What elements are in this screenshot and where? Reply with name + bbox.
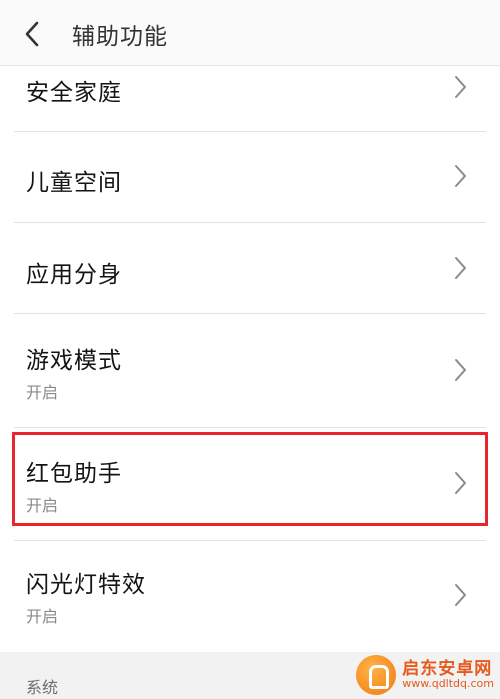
settings-item-red-packet-assistant[interactable]: 红包助手 开启	[0, 428, 500, 540]
settings-item-flash-effect[interactable]: 闪光灯特效 开启	[0, 541, 500, 652]
page-title: 辅助功能	[72, 24, 168, 50]
item-title: 闪光灯特效	[26, 572, 146, 598]
chevron-right-icon	[455, 472, 466, 494]
settings-item-kids-space[interactable]: 儿童空间	[0, 132, 500, 222]
chevron-right-icon	[455, 584, 466, 606]
watermark-name: 启东安卓网	[402, 658, 493, 679]
settings-item-game-mode[interactable]: 游戏模式 开启	[0, 314, 500, 428]
chevron-right-icon	[455, 257, 466, 279]
chevron-left-icon	[25, 21, 39, 47]
item-status: 开启	[26, 607, 59, 626]
chevron-right-icon	[455, 76, 466, 98]
settings-item-safe-family[interactable]: 安全家庭	[0, 66, 500, 132]
item-title: 红包助手	[26, 461, 122, 487]
item-status: 开启	[26, 496, 59, 515]
section-label: 系统	[26, 678, 59, 697]
settings-item-app-clone[interactable]: 应用分身	[0, 223, 500, 313]
item-title: 儿童空间	[26, 170, 122, 196]
item-title: 应用分身	[26, 262, 122, 288]
item-title: 游戏模式	[26, 348, 122, 374]
header-bar: 辅助功能	[0, 0, 500, 66]
chevron-right-icon	[455, 165, 466, 187]
watermark-url: www.qdltdq.com	[402, 677, 494, 691]
watermark: 启东安卓网 www.qdltdq.com	[356, 655, 494, 695]
watermark-logo-icon	[356, 655, 397, 695]
chevron-right-icon	[455, 359, 466, 381]
item-title: 安全家庭	[26, 80, 122, 106]
item-status: 开启	[26, 383, 59, 402]
back-button[interactable]	[12, 14, 52, 54]
